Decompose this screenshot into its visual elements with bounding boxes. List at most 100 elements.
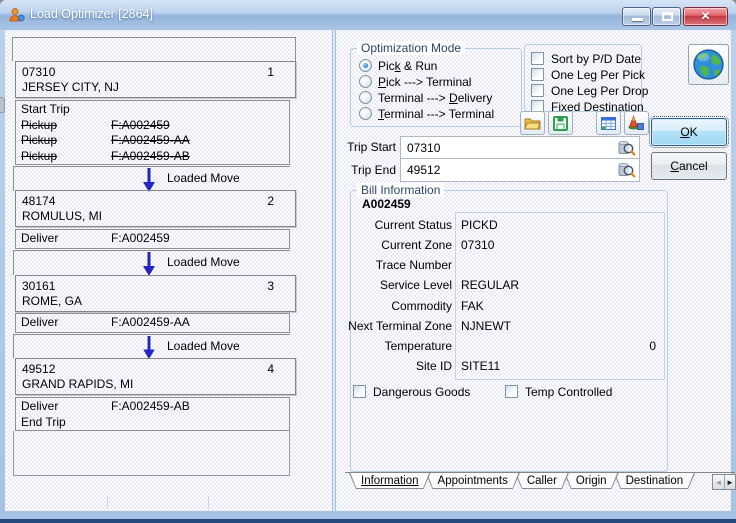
trip-flow-tail-box	[13, 431, 290, 476]
loaded-move-connector: Loaded Move	[13, 250, 290, 276]
checkbox-one-leg-per-pick[interactable]: One Leg Per Pick	[531, 67, 645, 82]
tab-scroll-buttons: ◄ ►	[712, 474, 736, 490]
bill-row: Temperature 0	[335, 336, 665, 356]
checkbox-icon[interactable]	[531, 68, 544, 81]
stop-header-4[interactable]: 49512 4 GRAND RAPIDS, MI	[15, 358, 296, 395]
action-row[interactable]: Deliver F:A002459	[16, 231, 289, 247]
stop-zone: 07310	[22, 65, 56, 79]
radio-label: Pick & Run	[378, 58, 438, 73]
bill-row-label: Service Level	[379, 278, 452, 292]
bill-row: Next Terminal Zone NJNEWT	[335, 316, 665, 336]
person-icon	[9, 8, 25, 22]
checkbox-icon[interactable]	[353, 385, 366, 398]
checkbox-one-leg-per-drop[interactable]: One Leg Per Drop	[531, 83, 648, 98]
action-row[interactable]: End Trip	[16, 415, 289, 431]
trip-start-value: 07310	[407, 141, 441, 155]
radio-icon[interactable]	[359, 75, 372, 88]
action-label: Deliver	[21, 315, 59, 329]
tab-label: Destination	[625, 475, 684, 487]
connector-label: Loaded Move	[167, 255, 240, 269]
stop-city: ROME, GA	[22, 294, 83, 308]
checkbox-label: One Leg Per Drop	[551, 83, 649, 98]
action-row[interactable]: Start Trip	[16, 102, 289, 118]
trip-start-field[interactable]: 07310	[400, 136, 640, 159]
window-title: Load Optimizer [2864]	[30, 7, 153, 21]
bill-row-label: Next Terminal Zone	[348, 319, 452, 333]
bill-row-value: PICKD	[461, 218, 498, 232]
globe-button[interactable]	[688, 44, 729, 85]
stop-zone: 49512	[22, 362, 56, 376]
checkbox-sort-by-pd-date[interactable]: Sort by P/D Date	[531, 51, 641, 66]
radio-icon[interactable]	[359, 59, 372, 72]
radio-terminal-terminal[interactable]: Terminal ---> Terminal	[359, 106, 494, 121]
action-bill: F:A002459-AA	[111, 315, 190, 329]
checkbox-label: Dangerous Goods	[373, 384, 471, 399]
checkbox-icon[interactable]	[531, 52, 544, 65]
open-button[interactable]	[520, 111, 545, 135]
bill-row-value: SITE11	[461, 359, 501, 373]
stop-header-2[interactable]: 48174 2 ROMULUS, MI	[15, 190, 296, 227]
checkbox-icon[interactable]	[531, 84, 544, 97]
tab-appointments[interactable]: Appointments	[426, 473, 520, 489]
stop-header-3[interactable]: 30161 3 ROME, GA	[15, 275, 296, 312]
action-label: End Trip	[21, 414, 66, 429]
tab-destination[interactable]: Destination	[614, 473, 696, 489]
report-button[interactable]	[596, 111, 621, 135]
stop-zone: 30161	[22, 279, 56, 293]
checkbox-label: One Leg Per Pick	[551, 67, 646, 82]
bill-row: Service Level REGULAR	[335, 275, 665, 295]
action-row[interactable]: Deliver F:A002459-AA	[16, 315, 289, 331]
loaded-move-connector: Loaded Move	[13, 334, 290, 360]
stop-city: GRAND RAPIDS, MI	[22, 377, 134, 391]
tab-scroll-right-icon[interactable]: ►	[724, 475, 735, 489]
down-arrow-icon	[143, 252, 155, 276]
action-bill: F:A002459-AA	[111, 133, 190, 147]
bill-row-label: Commodity	[391, 299, 452, 313]
tab-information[interactable]: Information	[349, 473, 431, 489]
titlebar[interactable]: Load Optimizer [2864] ✕	[0, 0, 736, 30]
action-row[interactable]: Deliver F:A002459-AB	[16, 399, 289, 415]
ok-button[interactable]: OK	[649, 116, 729, 148]
cancel-button[interactable]: Cancel	[651, 152, 727, 180]
stop-sequence-number: 3	[267, 279, 274, 293]
cancel-button-label: Cancel	[670, 159, 708, 173]
client-area: 07310 1 JERSEY CITY, NJ Start Trip Picku…	[5, 30, 736, 511]
radio-label: Terminal ---> Delivery	[378, 90, 493, 105]
tab-strip: Information Appointments Caller Origin D…	[349, 473, 695, 489]
lookup-icon[interactable]	[618, 139, 636, 157]
optimize-button[interactable]	[624, 111, 649, 135]
connector-label: Loaded Move	[167, 171, 240, 185]
action-label: Pickup	[21, 133, 58, 147]
trip-end-field[interactable]: 49512	[400, 159, 640, 182]
open-folder-icon	[524, 118, 541, 129]
group-caption: Bill Information	[357, 183, 445, 197]
action-row[interactable]: Pickup F:A002459	[16, 118, 289, 134]
stop-header-1[interactable]: 07310 1 JERSEY CITY, NJ	[15, 61, 296, 98]
radio-pick-and-run[interactable]: Pick & Run	[359, 58, 437, 73]
bill-row-label: Temperature	[384, 339, 452, 353]
radio-terminal-delivery[interactable]: Terminal ---> Delivery	[359, 90, 492, 105]
checkbox-dangerous-goods[interactable]: Dangerous Goods	[353, 384, 470, 399]
action-row[interactable]: Pickup F:A002459-AA	[16, 133, 289, 149]
stop-sequence-number: 1	[267, 65, 274, 79]
save-button[interactable]	[548, 111, 573, 135]
close-button[interactable]: ✕	[683, 7, 728, 26]
stop-actions-4: Deliver F:A002459-AB End Trip	[15, 397, 290, 431]
radio-icon[interactable]	[359, 91, 372, 104]
action-bill: F:A002459-AB	[111, 148, 190, 163]
lookup-icon[interactable]	[618, 161, 636, 179]
restore-button[interactable]	[652, 7, 681, 26]
action-label: Deliver	[21, 399, 59, 413]
tab-caller[interactable]: Caller	[515, 473, 569, 489]
flags-group: Sort by P/D Date One Leg Per Pick One Le…	[524, 44, 648, 114]
tab-scroll-left-icon[interactable]: ◄	[713, 475, 724, 489]
checkbox-icon[interactable]	[505, 385, 518, 398]
checkbox-temp-controlled[interactable]: Temp Controlled	[505, 384, 612, 399]
stop-sequence-number: 2	[267, 194, 274, 208]
tab-origin[interactable]: Origin	[564, 473, 619, 489]
minimize-button[interactable]	[622, 7, 651, 26]
connector-label: Loaded Move	[167, 339, 240, 353]
radio-pick-terminal[interactable]: Pick ---> Terminal	[359, 74, 471, 89]
action-row[interactable]: Pickup F:A002459-AB	[16, 149, 289, 165]
radio-icon[interactable]	[359, 107, 372, 120]
